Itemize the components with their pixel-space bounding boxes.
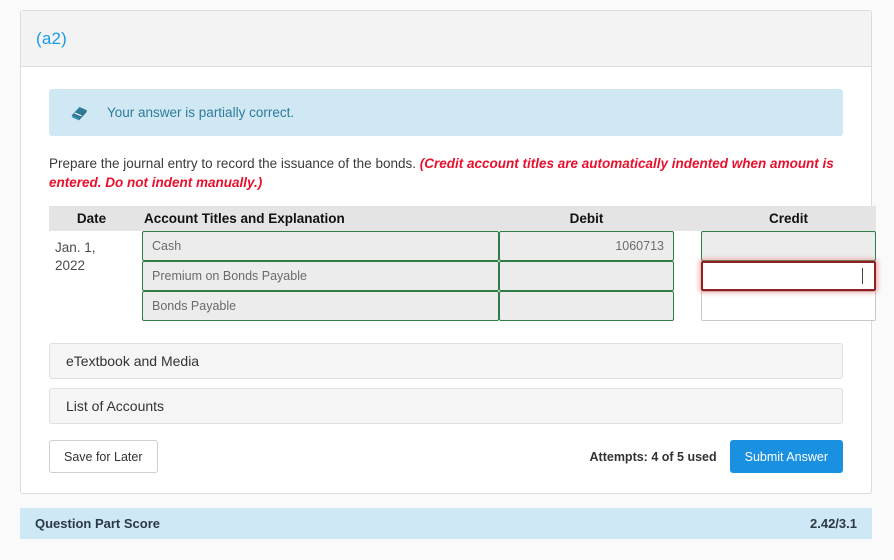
- question-part-label: (a2): [36, 28, 68, 48]
- account-title-input-2[interactable]: [142, 261, 499, 291]
- credit-amount-input-2[interactable]: [701, 261, 876, 291]
- account-title-input-1[interactable]: [142, 231, 499, 261]
- table-row: [49, 261, 876, 291]
- list-of-accounts-button[interactable]: List of Accounts: [49, 388, 843, 424]
- list-of-accounts-label: List of Accounts: [66, 398, 165, 414]
- table-header-row: Date Account Titles and Explanation Debi…: [49, 206, 876, 231]
- table-row: [49, 291, 876, 321]
- instruction-main: Prepare the journal entry to record the …: [49, 156, 420, 171]
- card-header: (a2): [21, 11, 871, 67]
- debit-amount-input-2[interactable]: [499, 261, 674, 291]
- table-row: Jan. 1, 2022: [49, 231, 876, 273]
- journal-date: Jan. 1, 2022: [55, 240, 96, 273]
- partially-correct-alert: Your answer is partially correct.: [49, 89, 843, 136]
- text-caret: [862, 268, 863, 284]
- etextbook-and-media-label: eTextbook and Media: [66, 353, 200, 369]
- attempts-counter: Attempts: 4 of 5 used: [589, 449, 717, 464]
- score-value: 2.42/3.1: [810, 516, 857, 531]
- eraser-icon: [67, 101, 91, 125]
- header-spacer: [674, 206, 701, 231]
- submit-answer-button[interactable]: Submit Answer: [729, 440, 843, 473]
- debit-amount-input-1[interactable]: [499, 231, 674, 261]
- credit-amount-input-3[interactable]: [701, 291, 876, 321]
- etextbook-and-media-button[interactable]: eTextbook and Media: [49, 343, 843, 379]
- card-body: Your answer is partially correct. Prepar…: [21, 67, 876, 493]
- action-row: Save for Later Attempts: 4 of 5 used Sub…: [49, 440, 843, 473]
- score-label: Question Part Score: [35, 516, 160, 531]
- account-title-input-3[interactable]: [142, 291, 499, 321]
- credit-amount-field-wrapper-2: [701, 261, 876, 291]
- debit-amount-input-3[interactable]: [499, 291, 674, 321]
- header-credit: Credit: [701, 206, 876, 231]
- question-card: (a2) Your answer is partially correct. P…: [20, 10, 876, 494]
- save-for-later-button[interactable]: Save for Later: [49, 440, 158, 473]
- question-part-score-bar: Question Part Score 2.42/3.1: [20, 508, 872, 539]
- credit-amount-input-1[interactable]: [701, 231, 876, 261]
- instruction-text: Prepare the journal entry to record the …: [49, 154, 843, 192]
- question-part-page: (a2) Your answer is partially correct. P…: [0, 0, 894, 560]
- header-date: Date: [49, 206, 134, 231]
- header-debit: Debit: [499, 206, 674, 231]
- journal-entry-table: Date Account Titles and Explanation Debi…: [49, 206, 876, 321]
- header-account: Account Titles and Explanation: [134, 206, 499, 231]
- alert-message: Your answer is partially correct.: [107, 105, 295, 120]
